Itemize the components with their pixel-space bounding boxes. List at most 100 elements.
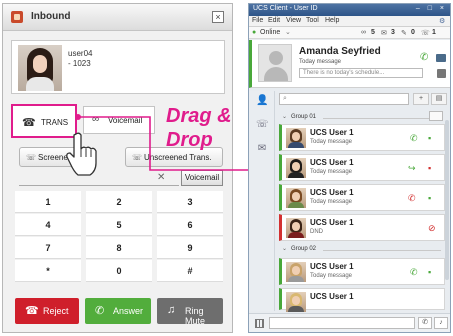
chat-icon[interactable]: ▪ [428,163,431,173]
reject-button[interactable]: ☎ Reject [15,298,79,324]
chevron-down-icon: ⌄ [282,246,288,252]
add-contact-button[interactable]: + [413,93,429,105]
chat-icon[interactable]: ▪ [428,267,431,277]
contact-row[interactable]: UCS User 1 Today message ✆ ▪ [279,184,445,211]
search-input[interactable]: ⌕ [279,93,409,105]
phone-icon: ☏ [132,153,143,162]
speaker-icon[interactable]: ♪ [434,317,448,329]
menu-bar: File Edit View Tool Help ⚙ [249,16,450,27]
phone-icon[interactable]: ✆ [410,133,418,144]
key-star[interactable]: * [15,260,81,282]
transfer-icon[interactable]: ↪ [408,163,416,174]
profile-message: Today message [299,59,342,65]
key-5[interactable]: 5 [86,214,152,236]
chevron-down-icon[interactable]: ⌄ [285,28,291,36]
key-hash[interactable]: # [157,260,223,282]
phone-icon[interactable]: ✆ [420,52,428,63]
search-icon: ⌕ [283,95,287,102]
contact-name: UCS User 1 [310,262,354,271]
dialpad-icon[interactable] [255,319,264,328]
my-profile: Amanda Seyfried Today message There is n… [249,40,450,88]
caller-card: user04 - 1023 [11,40,225,94]
profile-name: Amanda Seyfried [299,46,381,57]
answer-button[interactable]: ✆ Answer [85,298,151,324]
menu-file[interactable]: File [252,17,263,24]
menu-help[interactable]: Help [325,17,339,24]
voicemail-icon: ∞ [92,114,100,125]
menu-view[interactable]: View [286,17,301,24]
hand-cursor-icon [66,132,97,176]
bottom-bar: ✆ ♪ [249,313,450,332]
key-6[interactable]: 6 [157,214,223,236]
schedule-field[interactable]: There is no today's schedule... [299,68,423,78]
voicemail-count: 5 [371,29,375,36]
reject-label: Reject [43,306,69,316]
call-log-icon[interactable]: ☏ [256,119,269,131]
inbound-window: Inbound × user04 - 1023 ☎ TRANS ∞ Voicem… [2,3,233,333]
voicemail-button[interactable]: ∞ Voicemail [83,106,155,134]
caller-photo [18,45,62,91]
key-0[interactable]: 0 [86,260,152,282]
contact-message: Today message [310,273,353,279]
contact-avatar [286,188,306,208]
hangup-icon: ☎ [25,305,39,317]
chat-icon[interactable]: ▪ [428,193,431,203]
contact-row[interactable]: UCS User 1 Today message ✆ ▪ [279,124,445,151]
quick-dial-input[interactable] [269,317,415,329]
ring-mute-button[interactable]: ♫ Ring Mute [157,298,223,326]
phone-icon[interactable]: ✆ [410,267,418,278]
settings-icon[interactable]: ⚙ [439,17,445,25]
contact-name: UCS User 1 [310,292,354,301]
key-7[interactable]: 7 [15,237,81,259]
caller-name: user04 [68,49,93,58]
contact-row[interactable]: UCS User 1 Today message ↪ ▪ [279,154,445,181]
key-2[interactable]: 2 [86,191,152,213]
contact-avatar [286,158,306,178]
calendar-icon[interactable] [437,69,446,78]
key-1[interactable]: 1 [15,191,81,213]
menu-tool[interactable]: Tool [306,17,319,24]
key-4[interactable]: 4 [15,214,81,236]
contact-avatar [286,128,306,148]
status-text[interactable]: Online [260,29,280,36]
busy-phone-icon[interactable]: ✆ [408,193,416,204]
contacts-icon[interactable]: 👤 [256,95,268,107]
list-view-icon[interactable] [429,111,443,121]
answer-label: Answer [113,306,144,316]
group-header-02[interactable]: ⌄ Group 02 [279,244,445,256]
contact-row[interactable]: UCS User 1 Today message ✆ ▪ [279,258,445,285]
missed-call-icon: ☏ [421,30,430,37]
caller-number: - 1023 [68,59,91,68]
chat-icon[interactable]: ▪ [428,133,431,143]
menu-edit[interactable]: Edit [268,17,280,24]
voicemail-small-button[interactable]: Voicemail [181,170,223,186]
call-icon[interactable]: ✆ [418,317,432,329]
chevron-down-icon: ⌄ [282,114,288,120]
window-controls-icon[interactable]: – □ × [416,5,447,12]
phone-icon: ✆ [95,305,105,317]
group-label: Group 02 [291,246,317,252]
keypad: 1 2 3 4 5 6 7 8 9 * 0 # [15,191,223,283]
group-header-01[interactable]: ⌄ Group 01 [279,111,445,124]
message-icon[interactable] [436,54,446,62]
group-button[interactable]: ▤ [431,93,447,105]
status-bar: ● Online ⌄ ∞ 5 ✉ 3 ✎ 0 ☏ 1 [249,27,450,39]
contact-name: UCS User 1 [310,158,354,167]
avatar [258,44,292,82]
key-9[interactable]: 9 [157,237,223,259]
contact-row[interactable]: UCS User 1 [279,288,445,312]
key-3[interactable]: 3 [157,191,223,213]
chat-icon[interactable]: ✉ [256,143,268,155]
contact-name: UCS User 1 [310,188,354,197]
online-dot-icon: ● [252,29,257,36]
transfer-icon: ☎ [22,117,36,129]
contact-message: Today message [310,169,353,175]
clear-icon[interactable]: ✕ [157,172,165,183]
missed-call-count: 1 [432,29,436,36]
scrollbar[interactable] [445,120,449,280]
sidebar: 👤 ☏ ✉ [249,91,275,311]
message-count: 3 [391,29,395,36]
close-icon[interactable]: × [212,11,224,23]
contact-row[interactable]: UCS User 1 DND ⊘ [279,214,445,241]
key-8[interactable]: 8 [86,237,152,259]
